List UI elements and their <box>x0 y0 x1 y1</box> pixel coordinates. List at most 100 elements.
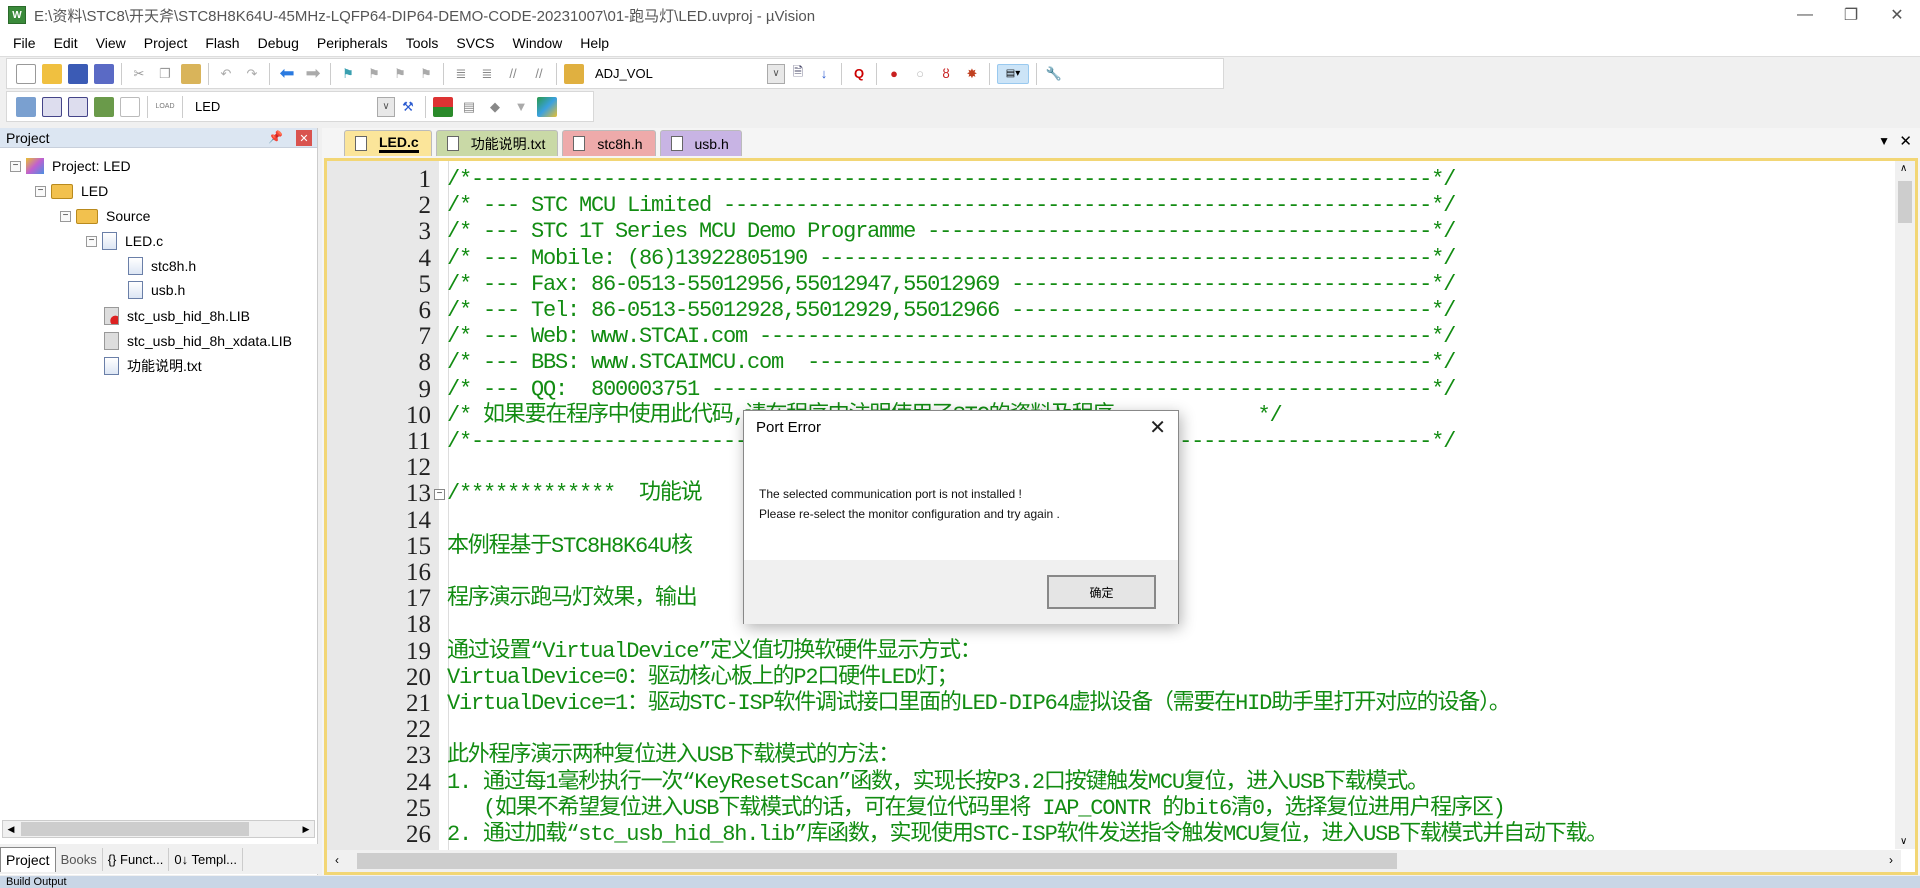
scroll-right-icon[interactable]: › <box>1889 853 1893 867</box>
code-line[interactable]: /* --- Mobile: (86)13922805190 ---------… <box>447 246 1456 272</box>
code-line[interactable]: /* --- Web: www.STCAI.com --------------… <box>447 324 1456 350</box>
close-tab-icon[interactable]: ✕ <box>1899 132 1912 150</box>
unindent-icon[interactable]: ≣ <box>477 64 497 84</box>
kill-all-breakpoints-icon[interactable]: ✸ <box>962 64 982 84</box>
tree-item-project[interactable]: − Project: LED <box>10 154 131 178</box>
menu-edit[interactable]: Edit <box>45 35 87 51</box>
save-icon[interactable] <box>68 63 88 84</box>
scroll-right-icon[interactable]: ▶ <box>298 821 314 837</box>
next-bookmark-icon[interactable]: ⚑ <box>390 64 410 84</box>
menu-window[interactable]: Window <box>504 35 572 51</box>
code-line[interactable]: 2. 通过加载“stc_usb_hid_8h.lib”库函数，实现使用STC-I… <box>447 822 1608 848</box>
pin-icon[interactable]: 📌 <box>268 130 283 144</box>
code-line[interactable]: /* --- STC 1T Series MCU Demo Programme … <box>447 219 1456 245</box>
find-in-files-icon[interactable] <box>564 63 584 84</box>
manage-multi-project-icon[interactable]: ▤ <box>459 97 479 117</box>
code-line[interactable]: 此外程序演示两种复位进入USB下载模式的方法： <box>447 743 900 769</box>
save-all-icon[interactable] <box>94 63 114 84</box>
menu-tools[interactable]: Tools <box>397 35 448 51</box>
scroll-left-icon[interactable]: ‹ <box>335 853 339 867</box>
paste-icon[interactable] <box>181 63 201 84</box>
prev-bookmark-icon[interactable]: ⚑ <box>364 64 384 84</box>
tab-usb-h[interactable]: usb.h <box>659 130 742 156</box>
tab-list-dropdown-icon[interactable]: ▼ <box>1878 134 1890 148</box>
find-combo-dropdown-icon[interactable]: ∨ <box>767 63 785 84</box>
clear-bookmarks-icon[interactable]: ⚑ <box>416 64 436 84</box>
project-horizontal-scrollbar[interactable]: ◀ ▶ <box>2 820 315 838</box>
menu-project[interactable]: Project <box>135 35 197 51</box>
scrollbar-thumb[interactable] <box>21 822 249 836</box>
code-line[interactable]: VirtualDevice=1：驱动STC-ISP软件调试接口里面的LED-DI… <box>447 691 1511 717</box>
undo-icon[interactable]: ↶ <box>216 64 236 84</box>
tab-templates[interactable]: 0↓ Templ... <box>169 847 243 871</box>
maximize-button[interactable]: ❐ <box>1828 0 1874 30</box>
code-line[interactable]: 本例程基于STC8H8K64U核 <box>447 534 693 560</box>
new-file-icon[interactable] <box>16 63 36 84</box>
insert-breakpoint-icon[interactable]: ● <box>884 64 904 84</box>
collapse-icon[interactable]: − <box>86 235 97 247</box>
menu-file[interactable]: File <box>4 35 45 51</box>
dialog-close-button[interactable]: ✕ <box>1149 415 1166 440</box>
code-line[interactable]: /************* 功能说 <box>447 481 703 507</box>
open-file-icon[interactable] <box>42 63 62 84</box>
menu-help[interactable]: Help <box>571 35 618 51</box>
download-load-icon[interactable]: LOAD <box>155 97 175 117</box>
menu-svcs[interactable]: SVCS <box>447 35 503 51</box>
code-line[interactable]: (如果不希望复位进入USB下载模式的话，可在复位代码里将 IAP_CONTR 的… <box>447 796 1506 822</box>
target-combo-dropdown-icon[interactable]: ∨ <box>377 96 395 117</box>
horizontal-scrollbar[interactable]: ‹ › <box>327 850 1901 872</box>
collapse-icon[interactable]: − <box>10 160 21 172</box>
manage-project-items-icon[interactable] <box>433 96 453 117</box>
close-window-button[interactable]: ✕ <box>1874 0 1920 30</box>
code-line[interactable]: 通过设置“VirtualDevice”定义值切换软硬件显示方式： <box>447 639 982 665</box>
tree-item-readme-txt[interactable]: 功能说明.txt <box>104 354 202 378</box>
translate-icon[interactable] <box>16 96 36 117</box>
code-line[interactable]: 1. 通过每1毫秒执行一次“KeyResetScan”函数，实现长按P3.2口按… <box>447 770 1429 796</box>
code-line[interactable]: /* --- QQ: 800003751 -------------------… <box>447 377 1456 403</box>
pack-installer-icon[interactable] <box>537 96 557 117</box>
find-combo[interactable]: ADJ_VOL <box>587 63 767 85</box>
window-layout-dropdown-icon[interactable]: ▤▾ <box>997 63 1029 84</box>
code-line[interactable]: /* --- BBS: www.STCAIMCU.com -----------… <box>447 350 1456 376</box>
code-line[interactable]: /*--------------------------------------… <box>447 167 1456 193</box>
indent-icon[interactable]: ≣ <box>451 64 471 84</box>
tree-item-stc-usb-hid-lib[interactable]: stc_usb_hid_8h.LIB <box>104 304 250 328</box>
menu-peripherals[interactable]: Peripherals <box>308 35 397 51</box>
incremental-find-icon[interactable]: ↓ <box>814 64 834 84</box>
collapse-icon[interactable]: − <box>60 210 71 222</box>
tab-books[interactable]: Books <box>56 847 103 871</box>
tree-item-stc-usb-hid-xdata-lib[interactable]: stc_usb_hid_8h_xdata.LIB <box>104 329 292 353</box>
target-options-wand-icon[interactable]: ⚒ <box>398 97 418 117</box>
uncomment-icon[interactable]: // <box>529 64 549 84</box>
rebuild-icon[interactable] <box>68 96 88 117</box>
navigate-back-icon[interactable]: ⬅ <box>277 63 297 84</box>
tree-item-led-c[interactable]: − LED.c <box>86 229 163 253</box>
menu-flash[interactable]: Flash <box>196 35 248 51</box>
copy-icon[interactable]: ❐ <box>155 64 175 84</box>
tab-led-c[interactable]: LED.c <box>344 130 432 156</box>
tab-functions[interactable]: {} Funct... <box>103 847 170 871</box>
manage-run-time-environment-icon[interactable]: ◆ <box>485 97 505 117</box>
minimize-button[interactable]: — <box>1782 0 1828 30</box>
menu-view[interactable]: View <box>87 35 135 51</box>
tab-project[interactable]: Project <box>0 846 56 872</box>
scroll-down-icon[interactable]: ∨ <box>1900 836 1907 847</box>
fold-toggle-icon[interactable]: − <box>434 489 445 501</box>
vertical-scrollbar[interactable]: ∧ ∨ <box>1895 161 1915 849</box>
redo-icon[interactable]: ↷ <box>242 64 262 84</box>
navigate-forward-icon[interactable]: ➡ <box>303 63 323 84</box>
close-panel-icon[interactable]: ✕ <box>296 130 312 146</box>
stop-build-icon[interactable] <box>120 96 140 117</box>
target-combo[interactable]: LED <box>187 96 377 118</box>
bookmark-icon[interactable]: ⚑ <box>338 64 358 84</box>
code-line[interactable]: /* --- Fax: 86-0513-55012956,55012947,55… <box>447 272 1456 298</box>
tree-item-target-led[interactable]: − LED <box>35 179 108 203</box>
menu-debug[interactable]: Debug <box>249 35 308 51</box>
code-line[interactable]: /* --- STC MCU Limited -----------------… <box>447 193 1456 219</box>
tab-readme-txt[interactable]: 功能说明.txt <box>435 130 559 156</box>
cut-icon[interactable]: ✂ <box>129 64 149 84</box>
configure-wrench-icon[interactable]: 🔧 <box>1044 64 1064 84</box>
scroll-up-icon[interactable]: ∧ <box>1900 163 1907 174</box>
code-line[interactable]: VirtualDevice=0：驱动核心板上的P2口硬件LED灯； <box>447 665 959 691</box>
scrollbar-thumb[interactable] <box>1898 181 1912 223</box>
